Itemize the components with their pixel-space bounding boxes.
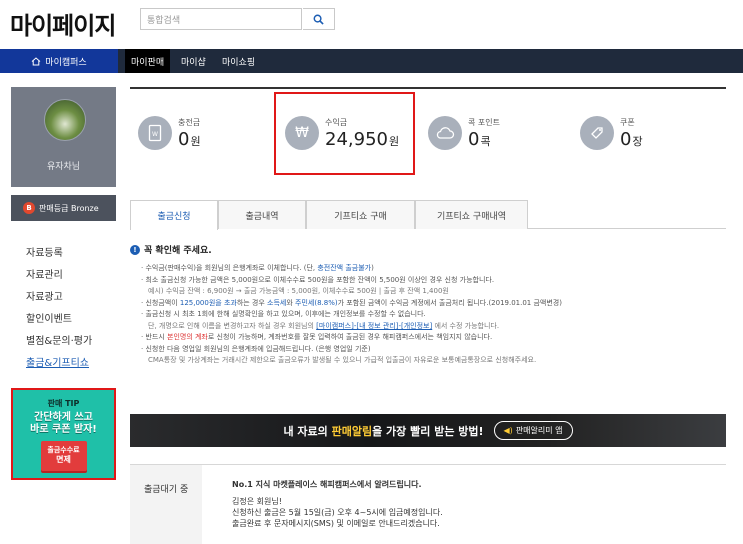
coupon-icon (580, 116, 614, 150)
sidebar-item-discount[interactable]: 할인이벤트 (26, 309, 116, 331)
info-icon: ! (130, 244, 140, 255)
notice-line-3: 예시) 수익금 잔액 : 6,900원 → 출금 가능금액 : 5,000원, … (148, 287, 449, 295)
tip-title: 판매 TIP (47, 399, 80, 408)
nav-home[interactable]: 마이캠퍼스 (0, 49, 118, 73)
svg-text:W: W (152, 131, 158, 138)
nav-tab-mysales[interactable]: 마이판매 (125, 49, 171, 73)
notice-line-8: · 신청한 다음 영업일 회원님의 은행계좌에 입금해드립니다. (은행 영업일… (141, 344, 371, 353)
stat-value: 0장 (620, 129, 643, 150)
stat-label: 콕 포인트 (468, 118, 500, 127)
notice-section: ! 꼭 확인해 주세요. · 수익금(판매수익)을 회원님의 은행계좌로 이체합… (130, 243, 726, 367)
revenue-highlight-box (274, 92, 415, 175)
home-icon (31, 56, 41, 65)
nav-tab-myshopping[interactable]: 마이쇼핑 (222, 49, 255, 73)
link-income-tax[interactable]: 소득세 (267, 299, 286, 307)
grade-bar: B 판매등급 Bronze (11, 195, 116, 221)
withdraw-tabs: 출금신청 출금내역 기프티쇼 구매 기프티쇼 구매내역 (130, 200, 726, 230)
notice-line-9: CMA통장 및 가상계좌는 거래시간 제한으로 출금오류가 발생될 수 있으니 … (148, 356, 537, 364)
withdraw-status-box: 출금대기 중 No.1 지식 마켓플레이스 해피캠퍼스에서 알려드립니다. 김정… (130, 464, 726, 544)
sidebar-item-ads[interactable]: 자료광고 (26, 287, 116, 309)
tip-line-1: 간단하게 쓰고 (34, 412, 93, 423)
sidebar-item-withdraw[interactable]: 출금&기프티쇼 (26, 353, 116, 375)
wallet-icon: W (138, 116, 172, 150)
sidebar-menu: 자료등록 자료관리 자료광고 할인이벤트 별점&문의·평가 출금&기프티쇼 (11, 243, 116, 375)
notice-title: 꼭 확인해 주세요. (144, 246, 212, 256)
profile-card: 유자차님 (11, 87, 116, 187)
stat-label: 쿠폰 (620, 118, 635, 127)
user-name: 유자차님 (46, 162, 81, 172)
status-title: No.1 지식 마켓플레이스 해피캠퍼스에서 알려드립니다. (232, 480, 422, 489)
tab-gifticon-buy[interactable]: 기프티쇼 구매 (306, 200, 415, 229)
top-navbar: 마이캠퍼스 마이판매 마이샵 마이쇼핑 (0, 49, 743, 73)
notice-line-6: 단, 개명으로 인해 이름을 변경하고자 하실 경우 회원님의 [마이캠퍼스]-… (148, 321, 500, 330)
withdraw-status-message: No.1 지식 마켓플레이스 해피캠퍼스에서 알려드립니다. 김정은 회원님! … (232, 479, 443, 529)
notice-line-2: · 최소 출금신청 가능한 금액은 5,000원으로 이체수수료 500원을 포… (141, 275, 495, 284)
notice-line-5: · 출금신청 시 최초 1회에 한해 실명확인을 하고 있으며, 이후에는 개인… (141, 310, 426, 318)
tip-line-2: 바로 쿠폰 받자! (30, 424, 97, 435)
grade-badge-icon: B (23, 202, 35, 214)
cloud-icon (428, 116, 462, 150)
speaker-icon: ◀) (503, 426, 513, 435)
sales-alarm-banner[interactable]: 내 자료의 판매알림을 가장 빨리 받는 방법! ◀) 판매알리미 앱 (130, 414, 726, 447)
nav-home-label: 마이캠퍼스 (45, 57, 87, 68)
search-input[interactable]: 통합검색 (140, 8, 302, 30)
banner-text: 내 자료의 판매알림을 가장 빨리 받는 방법! (283, 424, 484, 438)
tab-withdraw-request[interactable]: 출금신청 (130, 200, 218, 230)
tab-gifticon-history[interactable]: 기프티쇼 구매내역 (415, 200, 528, 229)
sidebar-item-manage[interactable]: 자료관리 (26, 265, 116, 287)
withdraw-status-label: 출금대기 중 (130, 465, 202, 544)
sidebar: 유자차님 B 판매등급 Bronze 자료등록 자료관리 자료광고 할인이벤트 … (11, 87, 116, 375)
grade-label: 판매등급 Bronze (39, 203, 99, 213)
link-personal-info[interactable]: [마이캠퍼스]-[내 정보 관리]-[개인정보] (316, 322, 432, 330)
page-title: 마이페이지 (10, 12, 116, 40)
alarm-button-label: 판매알리미 앱 (515, 426, 563, 435)
stat-value: 0콕 (468, 129, 491, 150)
search-button[interactable] (303, 8, 335, 30)
notice-heading: ! 꼭 확인해 주세요. (130, 243, 726, 256)
ticket-line-2: 면제 (56, 455, 71, 464)
nav-tab-myshop[interactable]: 마이샵 (181, 49, 206, 73)
coupon-ticket-icon: 출금수수료 면제 (40, 441, 87, 471)
link-resident-tax[interactable]: 주민세(8.8%) (295, 299, 338, 307)
status-line-2: 출금완료 후 문자메시지(SMS) 및 이메일로 안내드리겠습니다. (232, 519, 440, 528)
avatar[interactable] (44, 99, 86, 141)
sidebar-item-reviews[interactable]: 별점&문의·평가 (26, 331, 116, 353)
sales-tip-banner[interactable]: 판매 TIP 간단하게 쓰고 바로 쿠폰 받자! 출금수수료 면제 (11, 388, 116, 480)
tab-withdraw-history[interactable]: 출금내역 (218, 200, 306, 229)
sales-alarm-app-button[interactable]: ◀) 판매알리미 앱 (493, 421, 573, 440)
notice-line-7: · 반드시 본인명의 계좌로 신청이 가능하며, 계좌번호를 잘못 입력하여 출… (141, 333, 493, 341)
ticket-line-1: 출금수수료 (47, 446, 80, 454)
status-greeting: 김정은 회원님! (232, 497, 282, 506)
status-line-1: 신청하신 출금은 5월 15일(금) 오후 4~5시에 입금예정입니다. (232, 508, 443, 517)
stat-label: 충전금 (178, 118, 201, 127)
notice-line-4: · 신청금액이 125,000원을 초과하는 경우 소득세와 주민세(8.8%)… (141, 298, 562, 307)
search-icon (313, 14, 324, 25)
link-no-charge-withdraw[interactable]: 충전잔액 출금불가 (317, 264, 371, 272)
stat-value: 0원 (178, 129, 201, 150)
balance-summary: W 충전금 0원 ₩ 수익금 24,950원 콕 포인트 0콕 쿠폰 0장 (130, 87, 726, 173)
sidebar-item-upload[interactable]: 자료등록 (26, 243, 116, 265)
notice-line-1: · 수익금(판매수익)을 회원님의 은행계좌로 이체합니다. (단, 충전잔액 … (141, 264, 374, 272)
